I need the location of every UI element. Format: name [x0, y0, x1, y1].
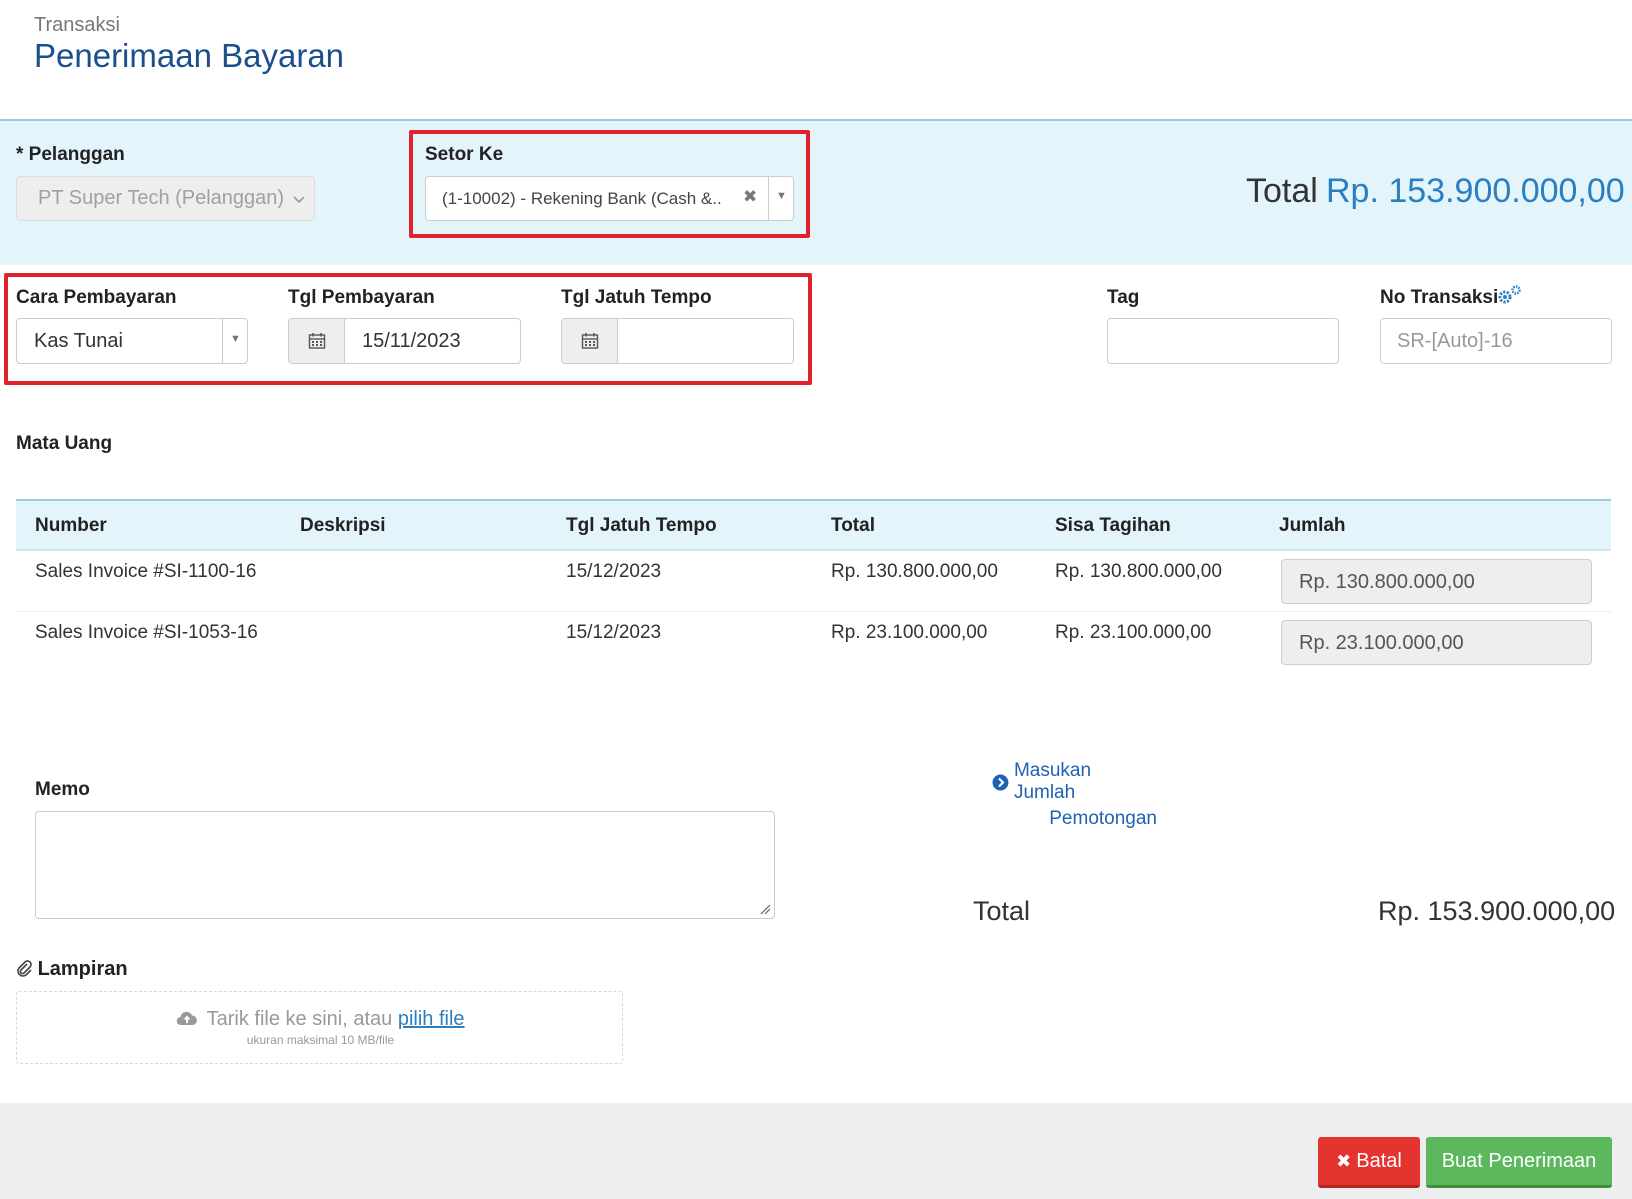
row-sisa: Rp. 130.800.000,00: [1055, 561, 1222, 582]
cara-pembayaran-select[interactable]: Kas Tunai ▼: [16, 318, 248, 364]
summary-total-value: Rp. 153.900.000,00: [1378, 896, 1616, 926]
row-due-date: 15/12/2023: [566, 561, 662, 582]
cancel-button[interactable]: ✖ Batal: [1318, 1137, 1420, 1188]
chevron-down-icon: [293, 196, 305, 204]
col-due-date: Tgl Jatuh Tempo: [566, 515, 717, 536]
cancel-button-label: Batal: [1356, 1149, 1402, 1172]
row-due-date: 15/12/2023: [566, 622, 662, 643]
setor-ke-select[interactable]: (1-10002) - Rekening Bank (Cash &... ✖ ▼: [425, 176, 794, 221]
row-number[interactable]: Sales Invoice #SI-1100-16: [35, 561, 256, 583]
memo-textarea[interactable]: [35, 811, 775, 919]
summary-total-label: Total: [973, 896, 1031, 926]
no-transaksi-placeholder: SR-[Auto]-16: [1397, 330, 1513, 352]
table-row: Sales Invoice #SI-1100-16 15/12/2023 Rp.…: [16, 551, 1611, 612]
mata-uang-label: Mata Uang: [16, 433, 113, 454]
table-row: Sales Invoice #SI-1053-16 15/12/2023 Rp.…: [16, 612, 1611, 673]
pelanggan-value: PT Super Tech (Pelanggan): [38, 187, 285, 209]
create-receipt-button[interactable]: Buat Penerimaan: [1426, 1137, 1612, 1188]
breadcrumb: Transaksi: [34, 14, 120, 36]
potongan-line2: Pemotongan: [1049, 808, 1157, 829]
potongan-link[interactable]: Masukan Jumlah Pemotongan: [992, 760, 1157, 830]
file-dropzone[interactable]: Tarik file ke sini, atau pilih file ukur…: [16, 991, 623, 1064]
tag-label: Tag: [1107, 287, 1140, 308]
no-transaksi-label: No Transaksi: [1380, 287, 1499, 308]
tgl-jatuh-tempo-field[interactable]: [561, 318, 794, 364]
calendar-icon[interactable]: [289, 319, 345, 363]
pick-file-link[interactable]: pilih file: [398, 1008, 465, 1030]
row-number[interactable]: Sales Invoice #SI-1053-16: [35, 622, 258, 644]
file-size-note: ukuran maksimal 10 MB/file: [246, 1033, 395, 1047]
resize-handle-icon[interactable]: [759, 903, 771, 915]
calendar-icon[interactable]: [562, 319, 618, 363]
tgl-pembayaran-value: 15/11/2023: [362, 330, 461, 352]
total-value: Rp. 153.900.000,00: [1326, 172, 1625, 210]
cloud-upload-icon: [177, 1011, 198, 1026]
pelanggan-label: * Pelanggan: [16, 144, 125, 165]
col-jumlah: Jumlah: [1279, 515, 1346, 536]
clear-icon[interactable]: ✖: [743, 187, 757, 207]
row-jumlah-input[interactable]: Rp. 130.800.000,00: [1281, 559, 1592, 604]
drop-text-line: Tarik file ke sini, atau pilih file: [17, 1008, 624, 1031]
col-number: Number: [35, 515, 107, 536]
potongan-line1: Masukan Jumlah: [1013, 760, 1092, 803]
col-sisa: Sisa Tagihan: [1055, 515, 1171, 536]
cara-pembayaran-label: Cara Pembayaran: [16, 287, 177, 308]
lampiran-label: Lampiran: [37, 958, 128, 980]
row-total: Rp. 130.800.000,00: [831, 561, 998, 582]
lampiran-heading: Lampiran: [16, 958, 128, 981]
row-sisa: Rp. 23.100.000,00: [1055, 622, 1212, 643]
row-jumlah-input[interactable]: Rp. 23.100.000,00: [1281, 620, 1592, 665]
paperclip-icon: [17, 960, 32, 977]
col-total: Total: [831, 515, 875, 536]
tgl-pembayaran-field[interactable]: 15/11/2023: [288, 318, 521, 364]
chevron-circle-right-icon: [992, 774, 1009, 790]
memo-label: Memo: [35, 779, 90, 800]
gear-icon[interactable]: [1495, 284, 1525, 306]
close-icon: ✖: [1336, 1150, 1352, 1171]
caret-down-icon[interactable]: ▼: [230, 333, 241, 345]
row-total: Rp. 23.100.000,00: [831, 622, 988, 643]
drop-text: Tarik file ke sini, atau: [206, 1008, 393, 1030]
pelanggan-select[interactable]: PT Super Tech (Pelanggan): [16, 176, 315, 221]
tgl-jatuh-tempo-label: Tgl Jatuh Tempo: [561, 287, 712, 308]
tag-input[interactable]: [1107, 318, 1339, 364]
total-label: Total: [1246, 172, 1318, 210]
setor-ke-value: (1-10002) - Rekening Bank (Cash &...: [442, 189, 722, 208]
table-header: Number Deskripsi Tgl Jatuh Tempo Total S…: [16, 499, 1611, 551]
cara-pembayaran-value: Kas Tunai: [34, 330, 123, 352]
no-transaksi-input[interactable]: SR-[Auto]-16: [1380, 318, 1612, 364]
setor-ke-label: Setor Ke: [425, 144, 504, 165]
col-deskripsi: Deskripsi: [300, 515, 386, 536]
caret-down-icon[interactable]: ▼: [776, 190, 787, 202]
tgl-pembayaran-label: Tgl Pembayaran: [288, 287, 435, 308]
page-title: Penerimaan Bayaran: [34, 37, 345, 74]
